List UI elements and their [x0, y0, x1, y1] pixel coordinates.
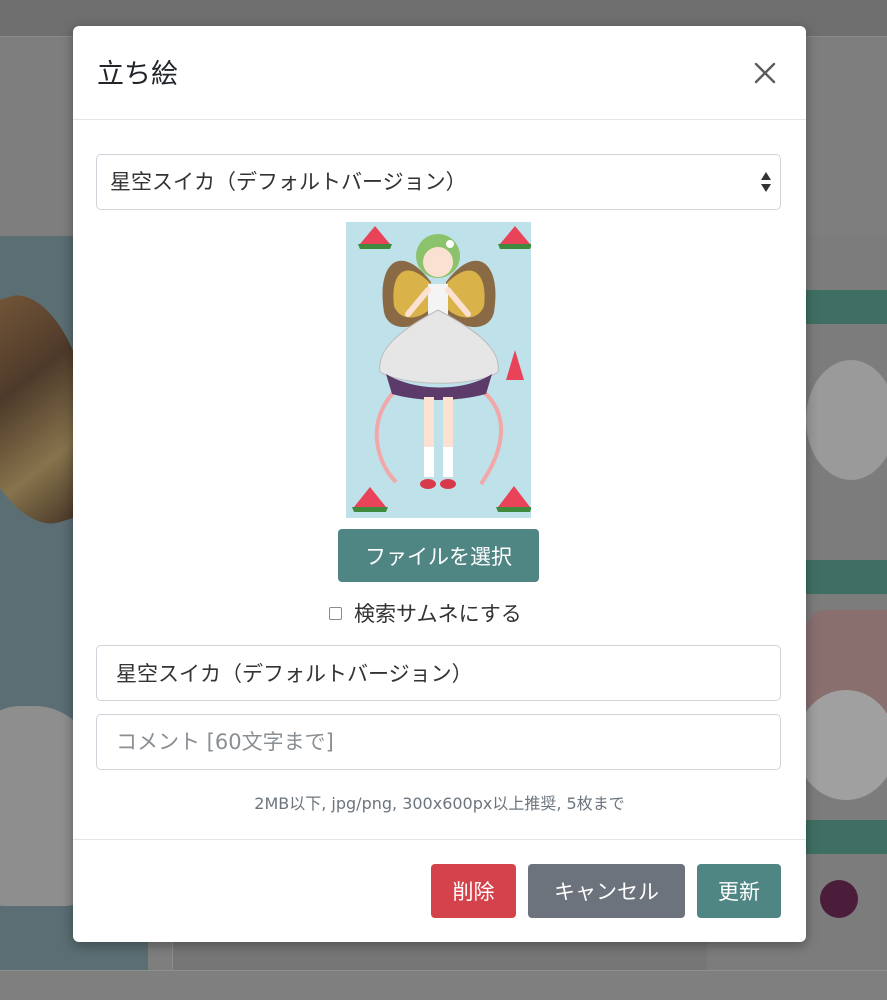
- background-cloud-art: [796, 690, 887, 800]
- preview-image: [346, 222, 531, 518]
- search-thumbnail-checkbox[interactable]: [329, 606, 342, 620]
- character-illustration: [346, 222, 531, 518]
- background-cloud-art: [806, 360, 887, 480]
- search-thumbnail-label: 検索サムネにする: [354, 602, 522, 626]
- search-thumbnail-option[interactable]: 検索サムネにする: [329, 598, 522, 628]
- modal-title: 立ち絵: [97, 59, 178, 90]
- delete-button[interactable]: 削除: [431, 864, 516, 918]
- background-footer: [0, 970, 887, 1000]
- comment-field[interactable]: [96, 714, 781, 770]
- update-button[interactable]: 更新: [697, 864, 781, 918]
- choose-file-button[interactable]: ファイルを選択: [338, 529, 539, 582]
- footer-divider: [73, 839, 806, 840]
- modal-header: 立ち絵: [73, 26, 806, 120]
- close-button[interactable]: [745, 50, 785, 90]
- background-stripe: [806, 820, 887, 854]
- background-ball-art: [820, 880, 858, 918]
- close-icon: [754, 62, 776, 84]
- name-field[interactable]: [96, 645, 781, 701]
- background-stripe: [806, 560, 887, 594]
- cancel-button[interactable]: キャンセル: [528, 864, 685, 918]
- version-select[interactable]: 星空スイカ（デフォルトバージョン）: [96, 154, 781, 210]
- version-select-value: 星空スイカ（デフォルトバージョン）: [110, 170, 467, 194]
- select-arrows-icon: [761, 172, 771, 192]
- upload-hint: 2MB以下, jpg/png, 300x600px以上推奨, 5枚まで: [254, 794, 625, 813]
- background-stripe: [806, 290, 887, 324]
- standing-picture-modal: 立ち絵 星空スイカ（デフォルトバージョン） ファイルを選択 検索サムネにする 星…: [73, 26, 806, 942]
